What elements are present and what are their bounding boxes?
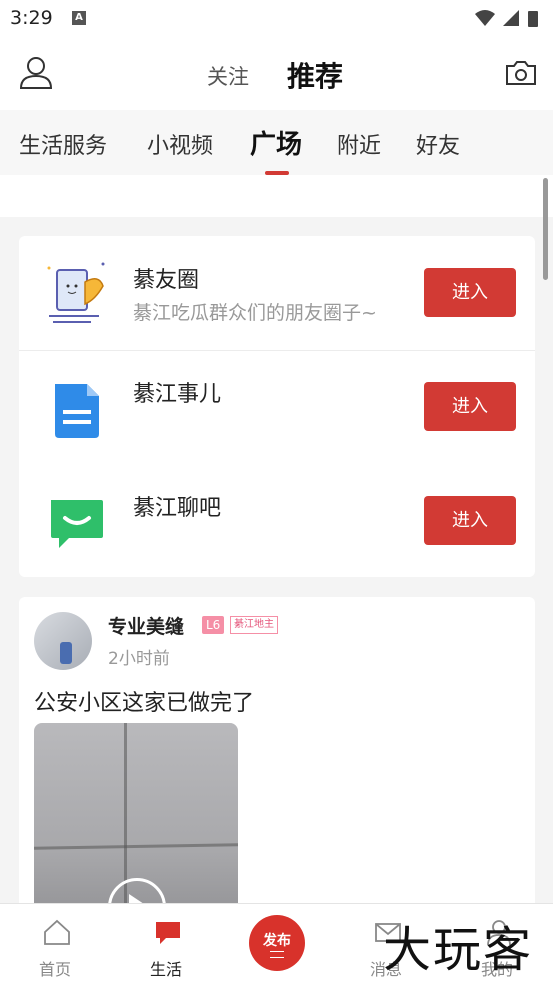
play-icon[interactable] (108, 878, 166, 903)
chat-bubble-icon (156, 922, 180, 944)
post-text[interactable]: 公安小区这家已做完了 (34, 685, 254, 717)
top-header: 关注 推荐 (0, 38, 553, 110)
publish-button[interactable]: 发布 (249, 915, 305, 971)
envelope-icon (375, 923, 401, 942)
camera-icon[interactable] (505, 60, 537, 86)
portal-row-qiyouquan[interactable]: 綦友圈 綦江吃瓜群众们的朋友圈子~ 进入 (19, 236, 535, 351)
user-profile-icon[interactable] (19, 56, 53, 90)
title-badge: 綦江地主 (230, 616, 278, 634)
portal-title: 綦江事儿 (133, 382, 222, 407)
battery-icon (528, 11, 538, 27)
notification-a-icon: A (72, 11, 86, 25)
nav-life[interactable]: 生活 (121, 904, 211, 985)
enter-button-qiyouquan[interactable]: 进入 (424, 268, 516, 317)
post-card[interactable]: 专业美缝 L6 綦江地主 2小时前 公安小区这家已做完了 (19, 597, 535, 903)
enter-button-liaoba[interactable]: 进入 (424, 496, 516, 545)
tab-recommend[interactable]: 推荐 (287, 55, 343, 95)
portal-subtitle: 綦江吃瓜群众们的朋友圈子~ (133, 302, 377, 324)
portal-title: 綦江聊吧 (133, 496, 222, 521)
scrollbar[interactable] (543, 178, 548, 280)
tab-follow[interactable]: 关注 (207, 61, 249, 91)
nav-label: 生活 (149, 960, 182, 979)
nav-label: 首页 (38, 960, 71, 979)
nav-messages[interactable]: 消息 (341, 904, 431, 985)
enter-button-shier[interactable]: 进入 (424, 382, 516, 431)
blue-document-icon (55, 384, 99, 438)
avatar-figure (60, 642, 72, 664)
nav-mine[interactable]: 我的 (452, 904, 542, 985)
tab-nearby[interactable]: 附近 (337, 128, 381, 160)
category-tabs: 生活服务 小视频 广场 附近 好友 (0, 110, 553, 175)
green-chat-icon (51, 500, 103, 548)
tab-square[interactable]: 广场 (250, 124, 302, 161)
status-time: 3:29 (10, 7, 53, 29)
nav-label: 消息 (369, 960, 402, 979)
home-icon (44, 919, 70, 945)
level-badge: L6 (202, 616, 225, 634)
banner-strip (0, 175, 553, 217)
status-bar: 3:29 A (0, 0, 553, 38)
feed-content[interactable]: 綦友圈 綦江吃瓜群众们的朋友圈子~ 进入 綦江事儿 进入 綦江聊吧 进入 专业美… (0, 175, 553, 903)
post-video-thumbnail[interactable] (34, 723, 238, 903)
notebook-feather-icon (47, 262, 105, 323)
avatar[interactable] (34, 612, 92, 670)
tab-short-video[interactable]: 小视频 (147, 128, 213, 160)
post-username[interactable]: 专业美缝 (108, 612, 184, 639)
signal-icon (503, 10, 519, 26)
portal-row-shier[interactable]: 綦江事儿 进入 (19, 350, 535, 464)
publish-label: 发布 (263, 933, 291, 949)
portal-row-liaoba[interactable]: 綦江聊吧 进入 (19, 464, 535, 578)
status-icons (475, 10, 538, 27)
post-time: 2小时前 (108, 649, 170, 669)
tile-grout-line (34, 843, 238, 850)
publish-lines-icon (270, 951, 284, 958)
bottom-nav: 首页 生活 发布 消息 我的 (0, 903, 553, 985)
wifi-icon (475, 10, 495, 26)
tab-friends[interactable]: 好友 (416, 128, 460, 160)
tab-life-service[interactable]: 生活服务 (19, 128, 107, 160)
nav-label: 我的 (480, 960, 513, 979)
portal-card: 綦友圈 綦江吃瓜群众们的朋友圈子~ 进入 綦江事儿 进入 綦江聊吧 进入 (19, 236, 535, 577)
person-icon (487, 920, 511, 946)
tile-grout-line (124, 723, 127, 903)
portal-title: 綦友圈 (133, 268, 200, 293)
nav-home[interactable]: 首页 (10, 904, 100, 985)
